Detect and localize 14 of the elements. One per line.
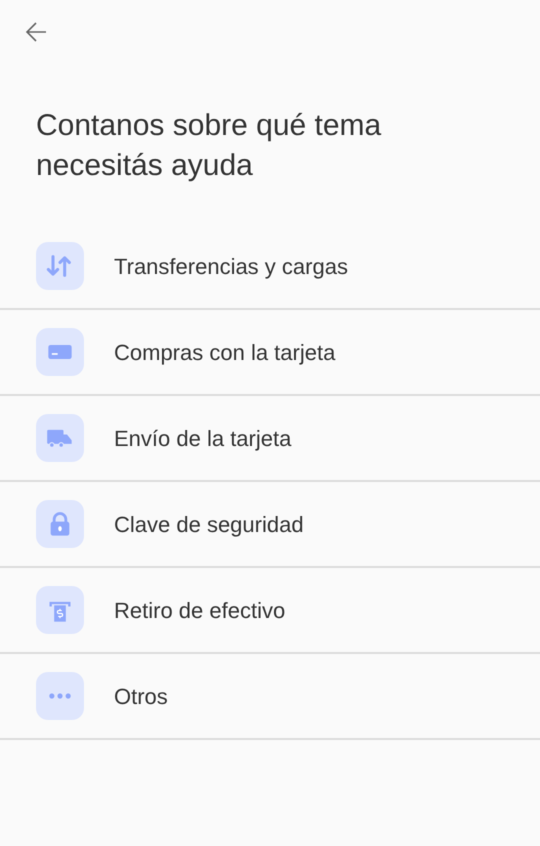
cash-withdrawal-icon xyxy=(36,586,84,634)
topic-item[interactable]: Transferencias y cargas xyxy=(0,224,540,310)
topic-item[interactable]: Retiro de efectivo xyxy=(0,568,540,654)
card-icon xyxy=(36,328,84,376)
arrows-icon xyxy=(36,242,84,290)
lock-icon xyxy=(36,500,84,548)
topic-item[interactable]: Clave de seguridad xyxy=(0,482,540,568)
more-icon xyxy=(36,672,84,720)
truck-icon xyxy=(36,414,84,462)
topic-item[interactable]: Compras con la tarjeta xyxy=(0,310,540,396)
back-arrow-icon xyxy=(24,20,48,44)
page-title: Contanos sobre qué tema necesitás ayuda xyxy=(36,108,382,184)
topic-item[interactable]: Otros xyxy=(0,654,540,740)
topic-item[interactable]: Envío de la tarjeta xyxy=(0,396,540,482)
